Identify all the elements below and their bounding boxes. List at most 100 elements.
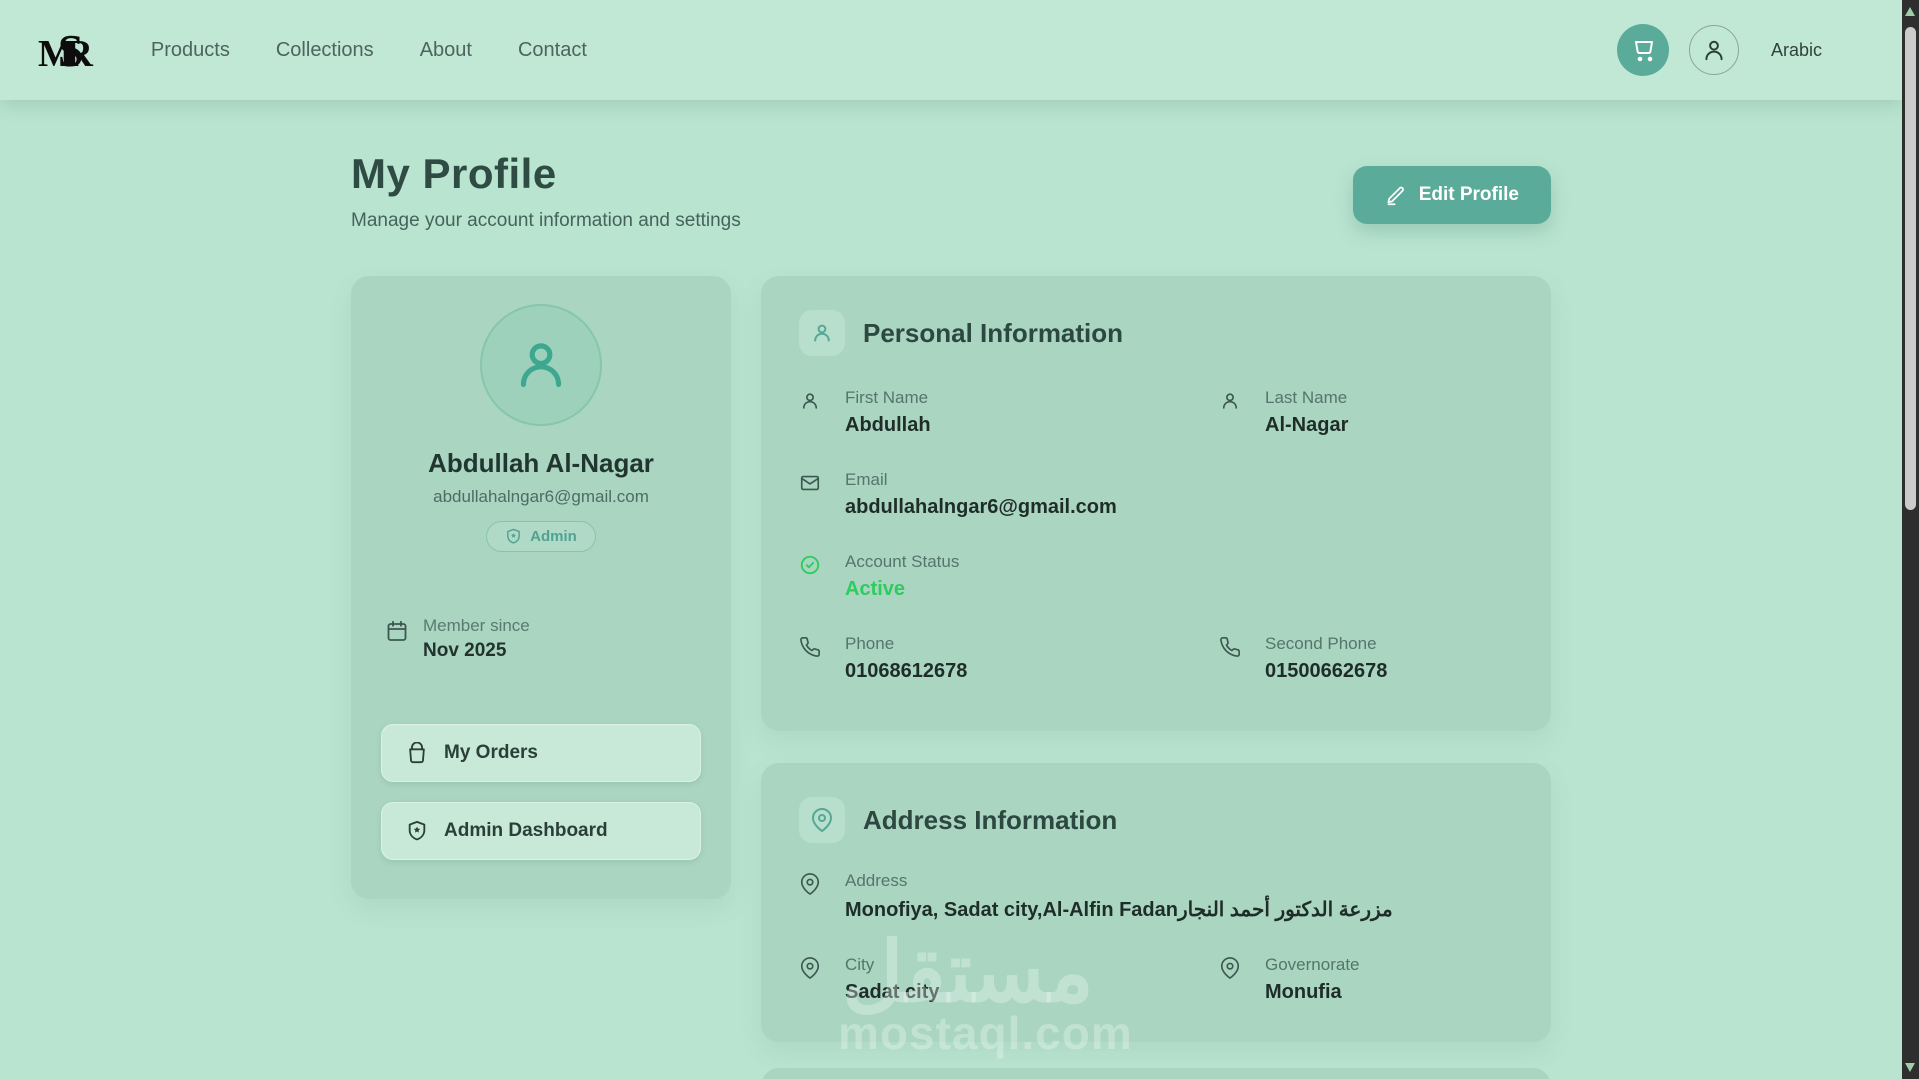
field-body: Email abdullahalngar6@gmail.com [845,470,1117,519]
personal-information-header: Personal Information [799,310,1513,356]
page-head-text: My Profile Manage your account informati… [351,150,741,232]
member-since-label: Member since [423,616,530,635]
nav-link-products[interactable]: Products [151,39,230,62]
map-pin-icon [799,797,845,843]
edit-profile-button[interactable]: Edit Profile [1352,166,1551,224]
field-value: 01068612678 [845,660,968,682]
logo-letter: R [65,32,93,75]
field-value: 01500662678 [1265,660,1388,682]
member-since-text: Member since Nov 2025 [423,616,530,662]
user-icon [799,390,821,437]
field-body: Last Name Al-Nagar [1265,388,1348,437]
screen: M S R Products Collections About Contact [0,0,1919,1079]
field-label: First Name [845,388,929,407]
field-label: Address [845,871,908,890]
field-body: Phone 01068612678 [845,634,967,683]
scroll-down-arrow-icon[interactable] [1905,1063,1915,1072]
personal-information-title: Personal Information [863,317,1124,348]
edit-profile-label: Edit Profile [1418,184,1519,205]
field-phone: Phone 01068612678 [799,634,1219,683]
field-body: City Sadat city [845,955,939,1004]
nav-link-about[interactable]: About [420,39,472,62]
phone-icon [799,636,821,683]
nav-link-contact[interactable]: Contact [518,39,587,62]
field-body: Governorate Monufia [1265,955,1360,1004]
pencil-icon [1385,185,1406,206]
calendar-icon [385,619,409,662]
top-navigation-bar: M S R Products Collections About Contact [0,0,1902,100]
admin-dashboard-label: Admin Dashboard [444,820,608,841]
field-value: Monofiya, Sadat city,Al-Alfin Fadanمزرعة… [845,899,1393,921]
avatar [480,304,602,426]
scrollbar[interactable] [1902,0,1919,1079]
field-label: Phone [845,634,895,653]
address-information-header: Address Information [799,797,1513,843]
field-account-status: Account Status Active [799,552,1513,601]
page-title: My Profile [351,150,557,197]
language-toggle[interactable]: Arabic [1771,40,1822,61]
page: M S R Products Collections About Contact [0,0,1902,1079]
field-address: Address Monofiya, Sadat city,Al-Alfin Fa… [799,871,1513,922]
field-body: Account Status Active [845,552,959,601]
address-information-card: Address Information Address Monofiya, Sa… [761,763,1551,1042]
details-column: Personal Information First Name Abdullah [761,276,1551,1079]
my-orders-button[interactable]: My Orders [381,724,701,782]
page-subtitle: Manage your account information and sett… [351,210,741,231]
role-badge-label: Admin [530,528,577,545]
field-value: Abdullah [845,414,931,436]
user-icon [799,310,845,356]
map-pin-icon [799,873,821,922]
field-label: City [845,955,875,974]
brand-logo[interactable]: M S R [38,24,93,77]
field-body: First Name Abdullah [845,388,931,437]
scroll-up-arrow-icon[interactable] [1905,7,1915,16]
field-email: Email abdullahalngar6@gmail.com [799,470,1513,519]
shopping-bag-icon [406,742,428,764]
next-card-sliver [761,1068,1551,1079]
field-value: Sadat city [845,981,940,1003]
shield-star-icon [406,820,428,842]
field-city: City Sadat city [799,955,1219,1004]
field-body: Address Monofiya, Sadat city,Al-Alfin Fa… [845,871,1393,922]
role-badge: Admin [486,521,596,552]
field-second-phone: Second Phone 01500662678 [1219,634,1513,683]
check-circle-icon [799,554,821,601]
cart-button[interactable] [1616,24,1669,76]
address-fields: Address Monofiya, Sadat city,Al-Alfin Fa… [799,871,1513,1004]
profile-summary-card: Abdullah Al-Nagar abdullahalngar6@gmail.… [351,276,731,899]
member-since-value: Nov 2025 [423,640,507,661]
main-nav: Products Collections About Contact [151,39,587,62]
profile-grid: Abdullah Al-Nagar abdullahalngar6@gmail.… [351,276,1551,1079]
field-label: Second Phone [1265,634,1377,653]
map-pin-icon [799,957,821,1004]
my-orders-label: My Orders [444,742,538,763]
field-last-name: Last Name Al-Nagar [1219,388,1513,437]
field-label: Account Status [845,552,960,571]
field-value: Al-Nagar [1265,414,1349,436]
status-value: Active [845,578,906,600]
field-value: Monufia [1265,981,1342,1003]
field-label: Last Name [1265,388,1348,407]
header-actions: Arabic [1616,24,1822,76]
field-governorate: Governorate Monufia [1219,955,1513,1004]
map-pin-icon [1219,957,1241,1004]
field-first-name: First Name Abdullah [799,388,1219,437]
profile-name: Abdullah Al-Nagar [428,448,654,478]
admin-dashboard-button[interactable]: Admin Dashboard [381,802,701,860]
personal-information-card: Personal Information First Name Abdullah [761,276,1551,731]
field-value: abdullahalngar6@gmail.com [845,496,1117,518]
content-container: My Profile Manage your account informati… [351,100,1551,1079]
user-icon [1701,37,1727,63]
shield-star-icon [505,528,522,545]
nav-link-collections[interactable]: Collections [276,39,374,62]
avatar-user-icon [510,334,572,396]
phone-icon [1219,636,1241,683]
address-information-title: Address Information [863,804,1118,835]
scrollbar-thumb[interactable] [1905,27,1916,510]
profile-email: abdullahalngar6@gmail.com [433,487,649,506]
field-label: Governorate [1265,955,1360,974]
page-head: My Profile Manage your account informati… [351,150,1551,232]
cart-icon [1631,38,1655,62]
field-body: Second Phone 01500662678 [1265,634,1387,683]
account-button[interactable] [1688,25,1739,75]
